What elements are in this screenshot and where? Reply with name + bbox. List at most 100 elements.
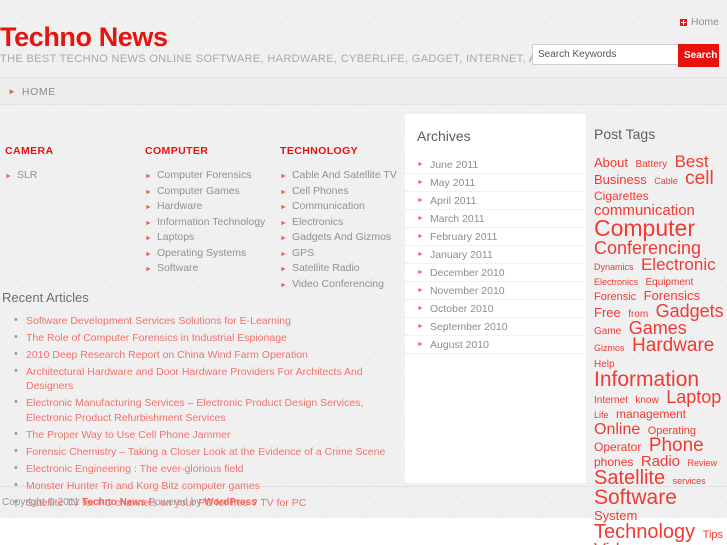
- tag-link[interactable]: Review: [687, 458, 717, 468]
- category-item-label: Laptops: [156, 231, 195, 243]
- list-item[interactable]: ► January 2011: [405, 246, 586, 264]
- category-item-label: Gadgets And Gizmos: [291, 231, 392, 243]
- tag-link[interactable]: Electronic: [641, 255, 716, 274]
- list-item[interactable]: ► May 2011: [405, 174, 586, 192]
- list-item[interactable]: 2010 Deep Research Report on China Wind …: [14, 347, 400, 363]
- archives-title: Archives: [417, 128, 471, 144]
- category-heading-technology[interactable]: TECHNOLOGY: [280, 145, 400, 157]
- plus-square-icon: [679, 18, 687, 26]
- list-item[interactable]: ► April 2011: [405, 192, 586, 210]
- tag-link[interactable]: Game: [594, 326, 621, 337]
- list-item[interactable]: Software Development Services Solutions …: [14, 313, 400, 329]
- category-item[interactable]: ► Satellite Radio: [280, 262, 400, 274]
- category-heading-computer[interactable]: COMPUTER: [145, 145, 280, 157]
- tag-link[interactable]: Business: [594, 172, 647, 187]
- list-item[interactable]: The Role of Computer Forensics in Indust…: [14, 330, 400, 346]
- tag-link[interactable]: Electronics: [594, 277, 638, 287]
- footer-copyright: Copyright © 2011: [2, 497, 80, 508]
- tag-link[interactable]: Phone: [649, 435, 704, 456]
- chevron-right-icon: ►: [145, 173, 152, 180]
- list-item[interactable]: The Proper Way to Use Cell Phone Jammer: [14, 427, 400, 443]
- category-item[interactable]: ► Electronics: [280, 216, 400, 228]
- tag-link[interactable]: Battery: [635, 159, 667, 170]
- chevron-right-icon: ►: [280, 266, 287, 273]
- category-item[interactable]: ► Computer Games: [145, 185, 280, 197]
- category-item[interactable]: ► Computer Forensics: [145, 169, 280, 181]
- search-form[interactable]: Search: [532, 44, 719, 67]
- chevron-right-icon: ►: [145, 188, 152, 196]
- list-item[interactable]: ► February 2011: [405, 228, 586, 246]
- list-item[interactable]: ► August 2010: [405, 336, 586, 354]
- category-item-label: Video Conferencing: [291, 277, 384, 290]
- search-input[interactable]: [532, 44, 678, 65]
- category-item[interactable]: ► Software: [145, 262, 280, 274]
- category-item[interactable]: ► Information Technology: [145, 216, 280, 228]
- category-item[interactable]: ► Operating Systems: [145, 247, 280, 259]
- category-item[interactable]: ► Communication: [280, 200, 400, 212]
- nav-divider: [0, 104, 727, 105]
- tag-link[interactable]: Dynamics: [594, 262, 634, 272]
- archive-label: December 2010: [429, 266, 505, 279]
- top-home-link[interactable]: Home: [679, 16, 719, 28]
- category-item[interactable]: ► Gadgets And Gizmos: [280, 231, 400, 243]
- tag-link[interactable]: Laptop: [666, 387, 721, 407]
- chevron-right-icon: ►: [145, 266, 152, 273]
- list-item[interactable]: Electronic Engineering : The ever-glorio…: [14, 461, 400, 477]
- footer-platform-link[interactable]: WordPress: [204, 497, 257, 508]
- list-item[interactable]: Architectural Hardware and Door Hardware…: [14, 364, 400, 394]
- list-item[interactable]: ► June 2011: [405, 156, 586, 174]
- list-item[interactable]: ► October 2010: [405, 300, 586, 318]
- category-item[interactable]: ► SLR: [5, 169, 145, 181]
- site-title[interactable]: Techno News: [0, 24, 168, 51]
- list-item[interactable]: ► March 2011: [405, 210, 586, 228]
- tag-link[interactable]: services: [673, 476, 706, 486]
- archive-label: October 2010: [429, 302, 494, 315]
- tag-link[interactable]: Software: [594, 486, 677, 509]
- tag-link[interactable]: Internet: [594, 395, 628, 406]
- tag-link[interactable]: Gizmos: [594, 343, 625, 353]
- list-item[interactable]: ► November 2010: [405, 282, 586, 300]
- list-item[interactable]: ► December 2010: [405, 264, 586, 282]
- nav-item-home[interactable]: HOME: [22, 86, 56, 98]
- tag-link[interactable]: Online: [594, 421, 640, 438]
- list-item[interactable]: Monster Hunter Tri and Korg Bitz compute…: [14, 478, 400, 494]
- tag-link[interactable]: Equipment: [645, 277, 693, 288]
- list-item[interactable]: Forensic Chemistry – Taking a Closer Loo…: [14, 444, 400, 460]
- tag-link[interactable]: About: [594, 155, 628, 170]
- tag-link[interactable]: Cigarettes: [594, 189, 649, 203]
- category-item[interactable]: ► Hardware: [145, 200, 280, 212]
- tag-link[interactable]: Video: [594, 540, 640, 545]
- search-button[interactable]: Search: [678, 44, 719, 67]
- category-item-label: Satellite Radio: [291, 262, 360, 274]
- category-item[interactable]: ► Cell Phones: [280, 185, 400, 197]
- chevron-right-icon: ►: [280, 204, 287, 211]
- chevron-right-icon: ►: [280, 219, 287, 227]
- tag-link[interactable]: Operator: [594, 440, 641, 454]
- category-item[interactable]: ► Video Conferencing: [280, 278, 400, 290]
- list-item[interactable]: Electronic Manufacturing Services – Elec…: [14, 395, 400, 425]
- archive-label: January 2011: [429, 248, 493, 261]
- category-item-label: SLR: [16, 169, 38, 181]
- category-heading-camera[interactable]: CAMERA: [5, 145, 145, 157]
- tag-link[interactable]: Life: [594, 410, 609, 420]
- tag-link[interactable]: Free: [594, 305, 621, 320]
- category-item[interactable]: ► Cable And Satellite TV: [280, 169, 400, 181]
- footer-site-link[interactable]: Techno News: [82, 497, 146, 508]
- category-item-label: Computer Forensics: [156, 169, 252, 181]
- tag-link[interactable]: management: [616, 407, 686, 421]
- tag-link[interactable]: Forensic: [594, 291, 636, 303]
- chevron-right-icon: ►: [280, 281, 287, 289]
- chevron-right-icon: ►: [417, 341, 424, 348]
- tag-link[interactable]: Tips: [703, 529, 723, 541]
- chevron-right-icon: ►: [417, 323, 424, 330]
- chevron-right-icon: ►: [417, 197, 424, 204]
- category-item[interactable]: ► GPS: [280, 247, 400, 259]
- tag-link[interactable]: Cable: [654, 176, 678, 186]
- chevron-right-icon: ►: [417, 161, 424, 168]
- category-item[interactable]: ► Laptops: [145, 231, 280, 243]
- tag-link[interactable]: know: [635, 395, 658, 406]
- archive-label: February 2011: [429, 230, 498, 243]
- list-item[interactable]: ► September 2010: [405, 318, 586, 336]
- tag-link[interactable]: Hardware: [632, 335, 714, 356]
- tag-link[interactable]: cell: [685, 168, 714, 189]
